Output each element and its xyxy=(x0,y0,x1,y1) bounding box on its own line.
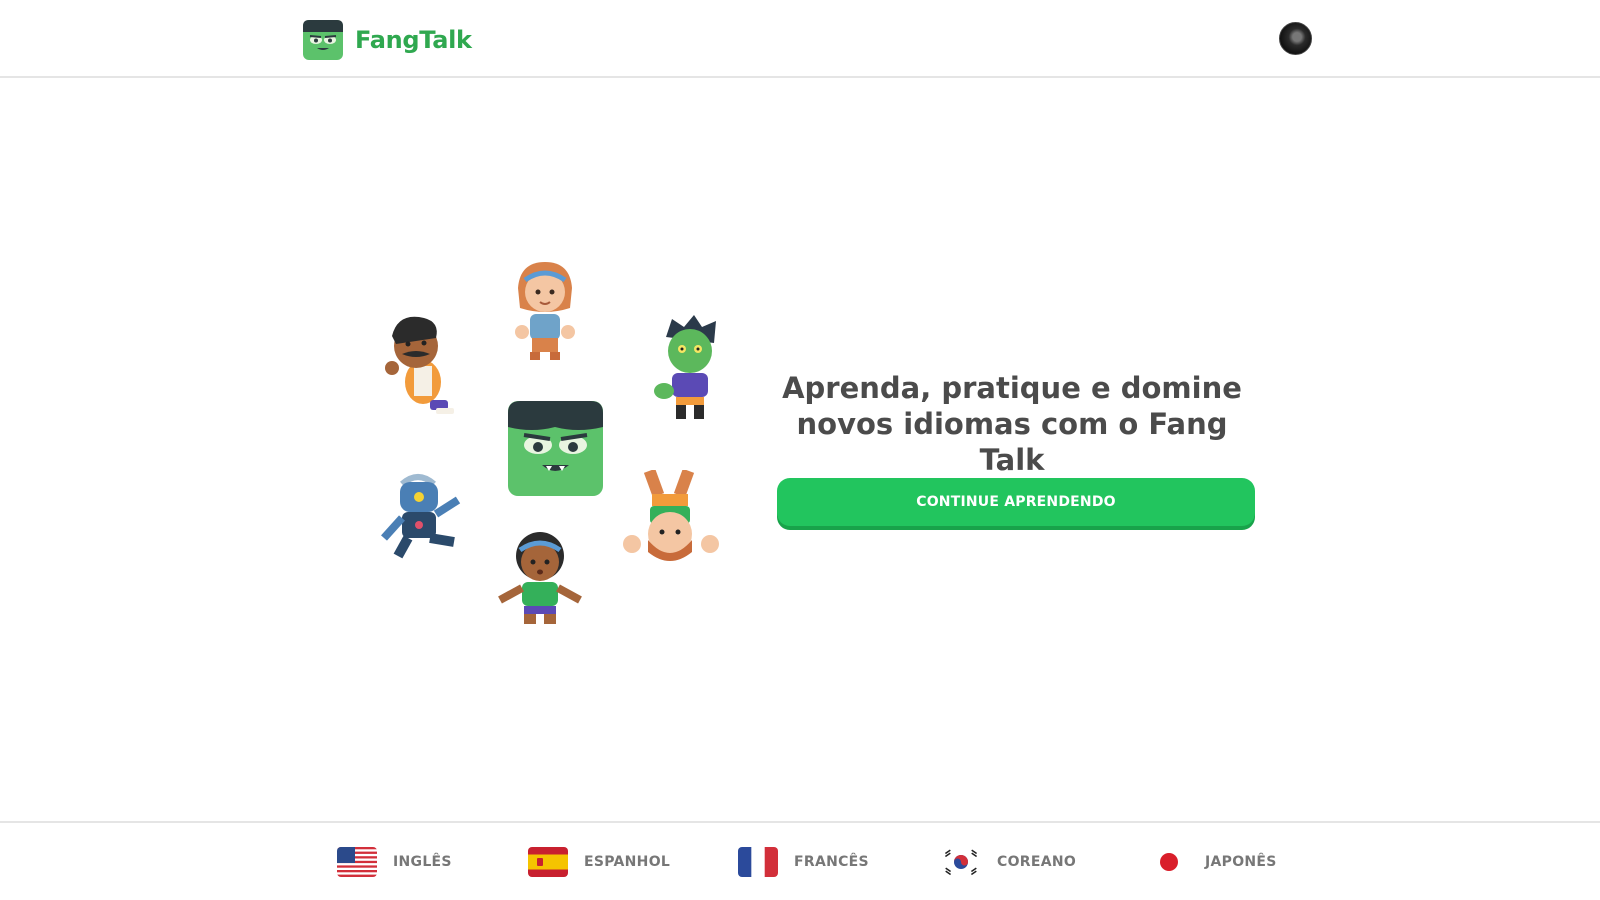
language-label: COREANO xyxy=(997,854,1077,870)
fang-mascot-logo-icon xyxy=(303,20,343,60)
character-boy-upside-down-icon xyxy=(623,470,719,561)
language-footer: INGLÊS ESPANHOL FRANCÊS COREANO JAPONÊS xyxy=(0,821,1600,900)
character-robot-icon xyxy=(381,474,461,559)
france-flag-icon xyxy=(738,847,778,877)
top-navbar: FangTalk xyxy=(0,0,1600,78)
korea-flag-icon xyxy=(941,847,981,877)
fang-mascot-center-icon xyxy=(508,401,603,496)
character-zombie-boy-icon xyxy=(654,315,716,419)
user-avatar[interactable] xyxy=(1279,22,1312,55)
language-option-korean[interactable]: COREANO xyxy=(941,847,1076,877)
brand-name: FangTalk xyxy=(355,26,472,54)
brand-logo-link[interactable]: FangTalk xyxy=(303,20,472,60)
language-option-french[interactable]: FRANCÊS xyxy=(738,847,869,877)
language-option-english[interactable]: INGLÊS xyxy=(337,847,452,877)
language-label: INGLÊS xyxy=(393,854,452,870)
language-label: JAPONÊS xyxy=(1205,854,1277,870)
hero-characters-illustration xyxy=(360,258,740,648)
character-mustache-man-icon xyxy=(385,316,454,414)
language-option-spanish[interactable]: ESPANHOL xyxy=(528,847,670,877)
language-label: ESPANHOL xyxy=(584,854,671,870)
character-girl-green-shirt-icon xyxy=(498,532,582,624)
hero-text-block: Aprenda, pratique e domine novos idiomas… xyxy=(762,370,1262,478)
language-option-japanese[interactable]: JAPONÊS xyxy=(1149,847,1277,877)
spain-flag-icon xyxy=(528,847,568,877)
usa-flag-icon xyxy=(337,847,377,877)
japan-flag-icon xyxy=(1149,847,1189,877)
hero-headline: Aprenda, pratique e domine novos idiomas… xyxy=(782,371,1242,477)
language-label: FRANCÊS xyxy=(794,854,869,870)
character-girl-headband-icon xyxy=(515,262,575,360)
continue-learning-button[interactable]: CONTINUE APRENDENDO xyxy=(777,478,1255,526)
